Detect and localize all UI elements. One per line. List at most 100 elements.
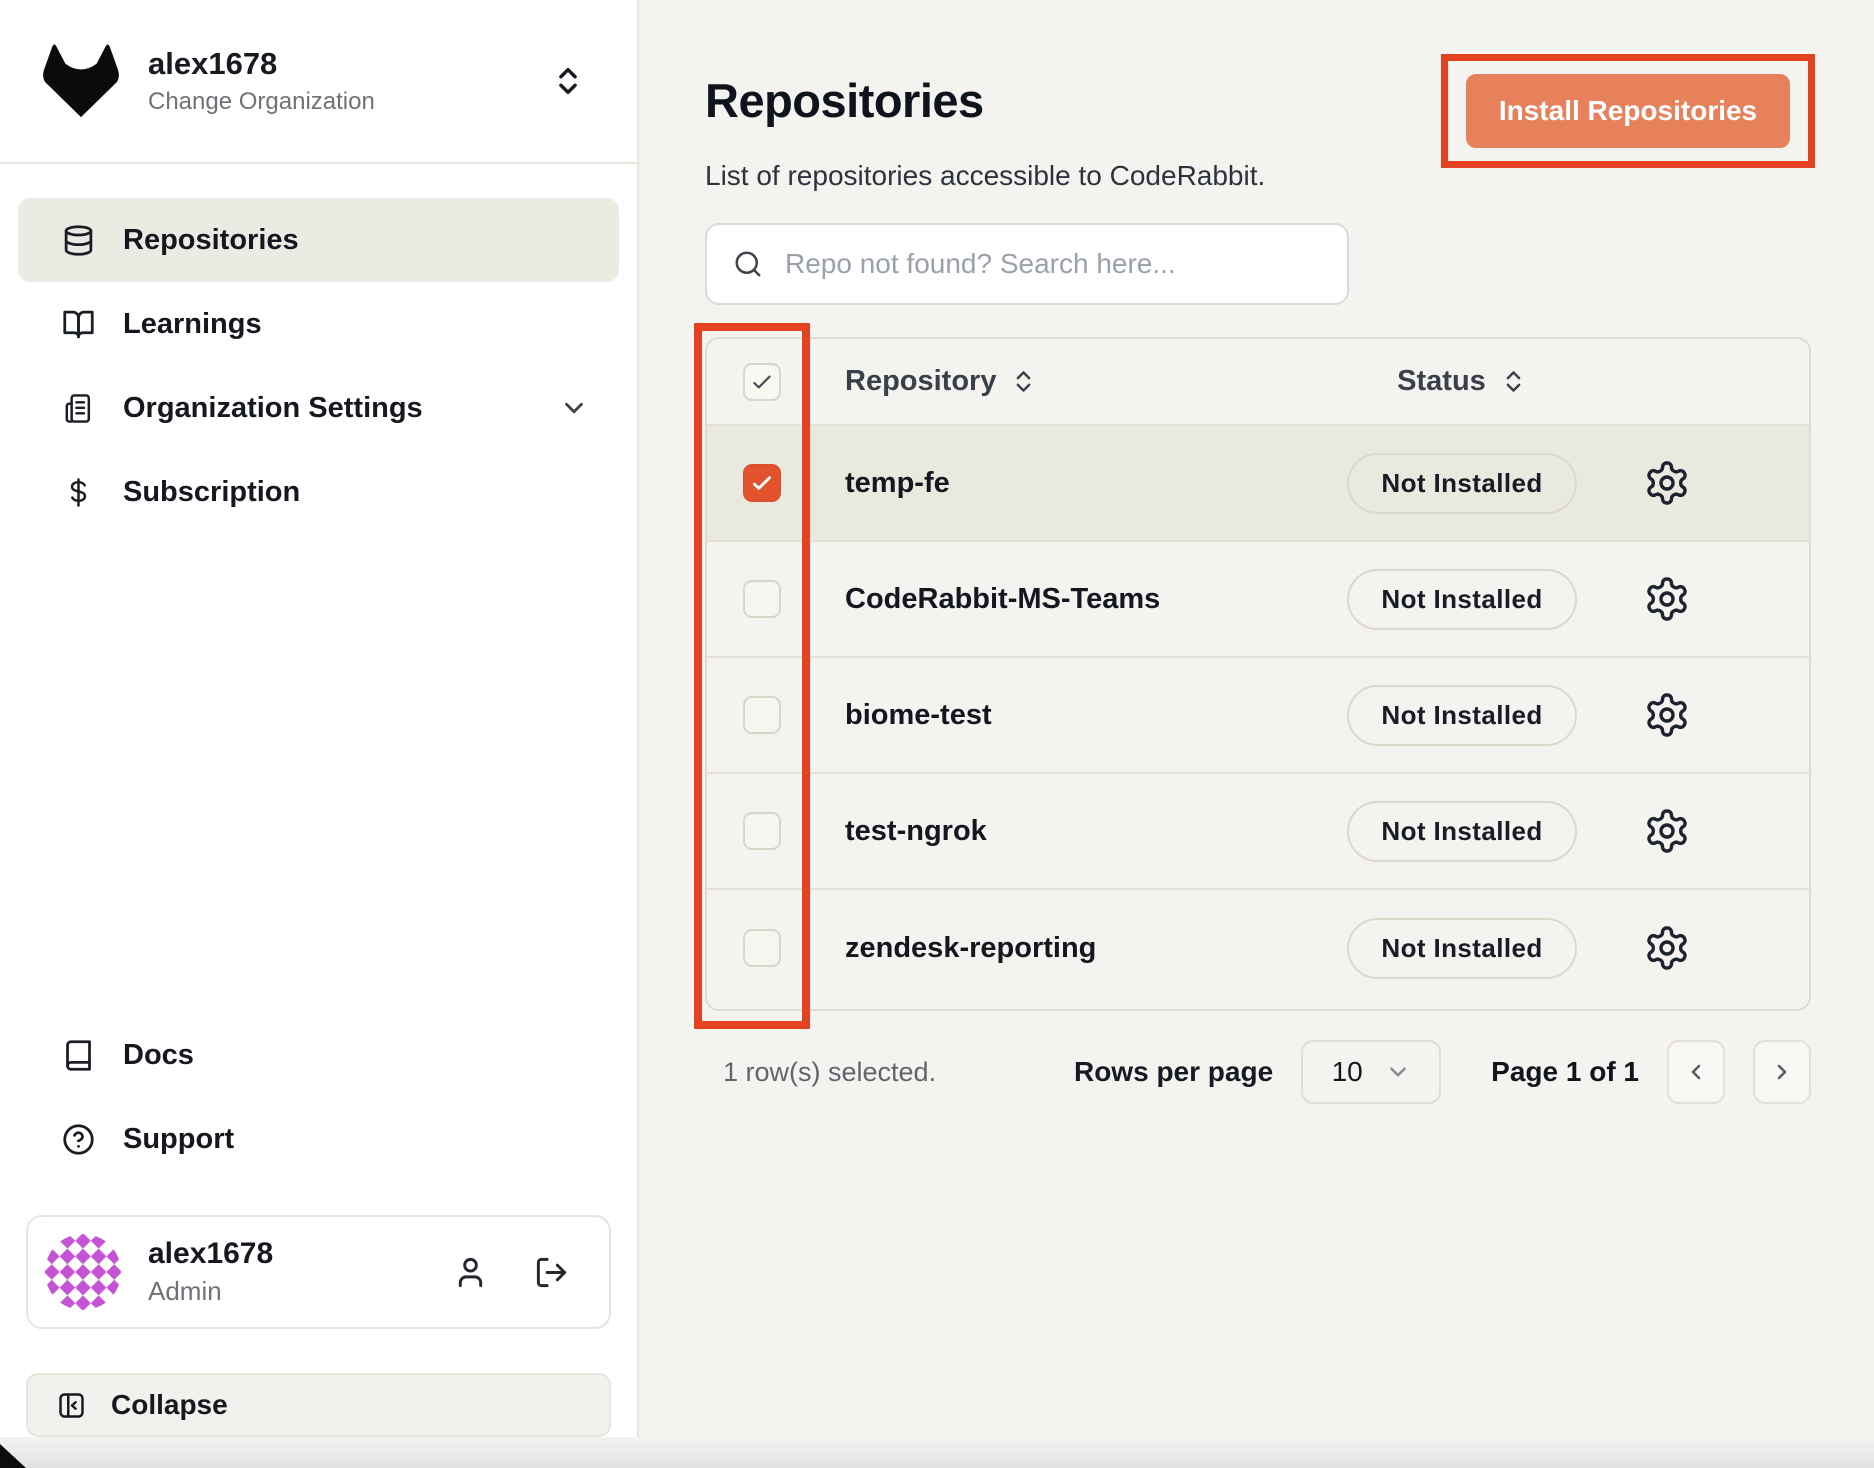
user-card: alex1678 Admin (26, 1215, 611, 1329)
settings-gear-icon[interactable] (1643, 924, 1691, 972)
repo-name: biome-test (817, 699, 1297, 732)
sort-icon[interactable] (1500, 368, 1527, 395)
org-switcher[interactable]: alex1678 Change Organization (0, 0, 637, 122)
logout-icon[interactable] (534, 1255, 569, 1290)
column-header-repository: Repository (817, 365, 1297, 398)
gear-cell (1627, 924, 1809, 972)
rows-per-page-label: Rows per page (1074, 1056, 1273, 1088)
table-row: CodeRabbit-MS-Teams Not Installed (707, 542, 1809, 658)
chevron-down-icon[interactable] (559, 393, 589, 423)
row-checkbox[interactable] (743, 696, 781, 734)
status-badge: Not Installed (1347, 918, 1576, 979)
checkbox-cell (707, 696, 817, 734)
select-all-checkbox[interactable] (743, 363, 781, 401)
row-checkbox[interactable] (743, 929, 781, 967)
status-cell: Not Installed (1297, 685, 1627, 746)
settings-gear-icon[interactable] (1643, 459, 1691, 507)
checkbox-cell (707, 580, 817, 618)
status-badge: Not Installed (1347, 801, 1576, 862)
sidebar-item-organization-settings[interactable]: Organization Settings (18, 366, 619, 450)
corner-wedge (0, 1444, 26, 1468)
search-input[interactable] (783, 247, 1321, 281)
check-icon (749, 369, 775, 395)
previous-page-button[interactable] (1667, 1040, 1725, 1104)
user-actions (453, 1255, 569, 1290)
sort-icon[interactable] (1010, 368, 1037, 395)
main-content: Repositories List of repositories access… (641, 0, 1874, 1437)
table-header-row: Repository Status (707, 339, 1809, 426)
table-row: zendesk-reporting Not Installed (707, 890, 1809, 1006)
chevrons-up-down-icon[interactable] (551, 64, 585, 98)
repo-name: zendesk-reporting (817, 932, 1297, 965)
sidebar-nav: Repositories Learnings Organization Sett… (18, 198, 619, 534)
row-checkbox[interactable] (743, 580, 781, 618)
status-badge: Not Installed (1347, 569, 1576, 630)
next-page-button[interactable] (1753, 1040, 1811, 1104)
checkbox-cell (707, 464, 817, 502)
sidebar-item-label: Organization Settings (123, 392, 423, 425)
table-footer: 1 row(s) selected. Rows per page 10 Page… (705, 1040, 1811, 1104)
annotation-highlight-install: Install Repositories (1441, 54, 1815, 168)
collapse-button[interactable]: Collapse (26, 1373, 611, 1437)
header-checkbox-cell (707, 363, 817, 401)
status-cell: Not Installed (1297, 453, 1627, 514)
collapse-label: Collapse (111, 1389, 228, 1421)
user-profile-icon[interactable] (453, 1255, 488, 1290)
rows-per-page-select[interactable]: 10 (1301, 1040, 1441, 1104)
sidebar-item-label: Repositories (123, 224, 299, 257)
repo-name: test-ngrok (817, 815, 1297, 848)
settings-gear-icon[interactable] (1643, 575, 1691, 623)
status-cell: Not Installed (1297, 918, 1627, 979)
sidebar-item-label: Learnings (123, 308, 262, 341)
sidebar-item-learnings[interactable]: Learnings (18, 282, 619, 366)
column-header-status: Status (1297, 365, 1627, 398)
sidebar-divider (0, 162, 637, 164)
user-text: alex1678 Admin (148, 1237, 273, 1308)
gear-cell (1627, 807, 1809, 855)
sidebar-item-subscription[interactable]: Subscription (18, 450, 619, 534)
sidebar: alex1678 Change Organization Repositorie… (0, 0, 639, 1437)
check-icon (749, 470, 775, 496)
sidebar-item-repositories[interactable]: Repositories (18, 198, 619, 282)
settings-gear-icon[interactable] (1643, 807, 1691, 855)
gear-cell (1627, 575, 1809, 623)
row-checkbox[interactable] (743, 812, 781, 850)
status-badge: Not Installed (1347, 453, 1576, 514)
building-icon (62, 392, 95, 425)
table-row: test-ngrok Not Installed (707, 774, 1809, 890)
page-indicator: Page 1 of 1 (1491, 1056, 1639, 1088)
gitlab-logo-icon (40, 40, 122, 122)
column-label: Repository (845, 365, 996, 398)
repositories-table: Repository Status temp-fe Not Install (705, 337, 1811, 1011)
page-subtitle: List of repositories accessible to CodeR… (705, 160, 1265, 192)
panel-collapse-icon (56, 1390, 87, 1421)
row-checkbox[interactable] (743, 464, 781, 502)
sidebar-item-label: Support (123, 1123, 234, 1156)
bottom-edge (0, 1437, 1874, 1468)
table-row: temp-fe Not Installed (707, 426, 1809, 542)
sidebar-item-label: Subscription (123, 476, 300, 509)
book-icon (62, 1039, 95, 1072)
gear-cell (1627, 691, 1809, 739)
settings-gear-icon[interactable] (1643, 691, 1691, 739)
chevron-right-icon (1770, 1060, 1794, 1084)
coderabbit-app: alex1678 Change Organization Repositorie… (0, 0, 1874, 1468)
user-role: Admin (148, 1276, 273, 1307)
book-open-icon (62, 308, 95, 341)
search-icon (733, 249, 763, 279)
repo-search (705, 223, 1349, 305)
rows-per-page-value: 10 (1332, 1056, 1363, 1088)
org-name: alex1678 (148, 46, 375, 82)
table-row: biome-test Not Installed (707, 658, 1809, 774)
avatar (44, 1233, 122, 1311)
chevron-down-icon (1385, 1059, 1411, 1085)
help-circle-icon (62, 1123, 95, 1156)
sidebar-spacer (0, 534, 637, 1013)
install-repositories-button[interactable]: Install Repositories (1466, 74, 1790, 148)
sidebar-footer-nav: Docs Support (18, 1013, 619, 1181)
status-cell: Not Installed (1297, 801, 1627, 862)
sidebar-item-docs[interactable]: Docs (18, 1013, 619, 1097)
page-title: Repositories (705, 73, 984, 128)
sidebar-item-support[interactable]: Support (18, 1097, 619, 1181)
checkbox-cell (707, 812, 817, 850)
